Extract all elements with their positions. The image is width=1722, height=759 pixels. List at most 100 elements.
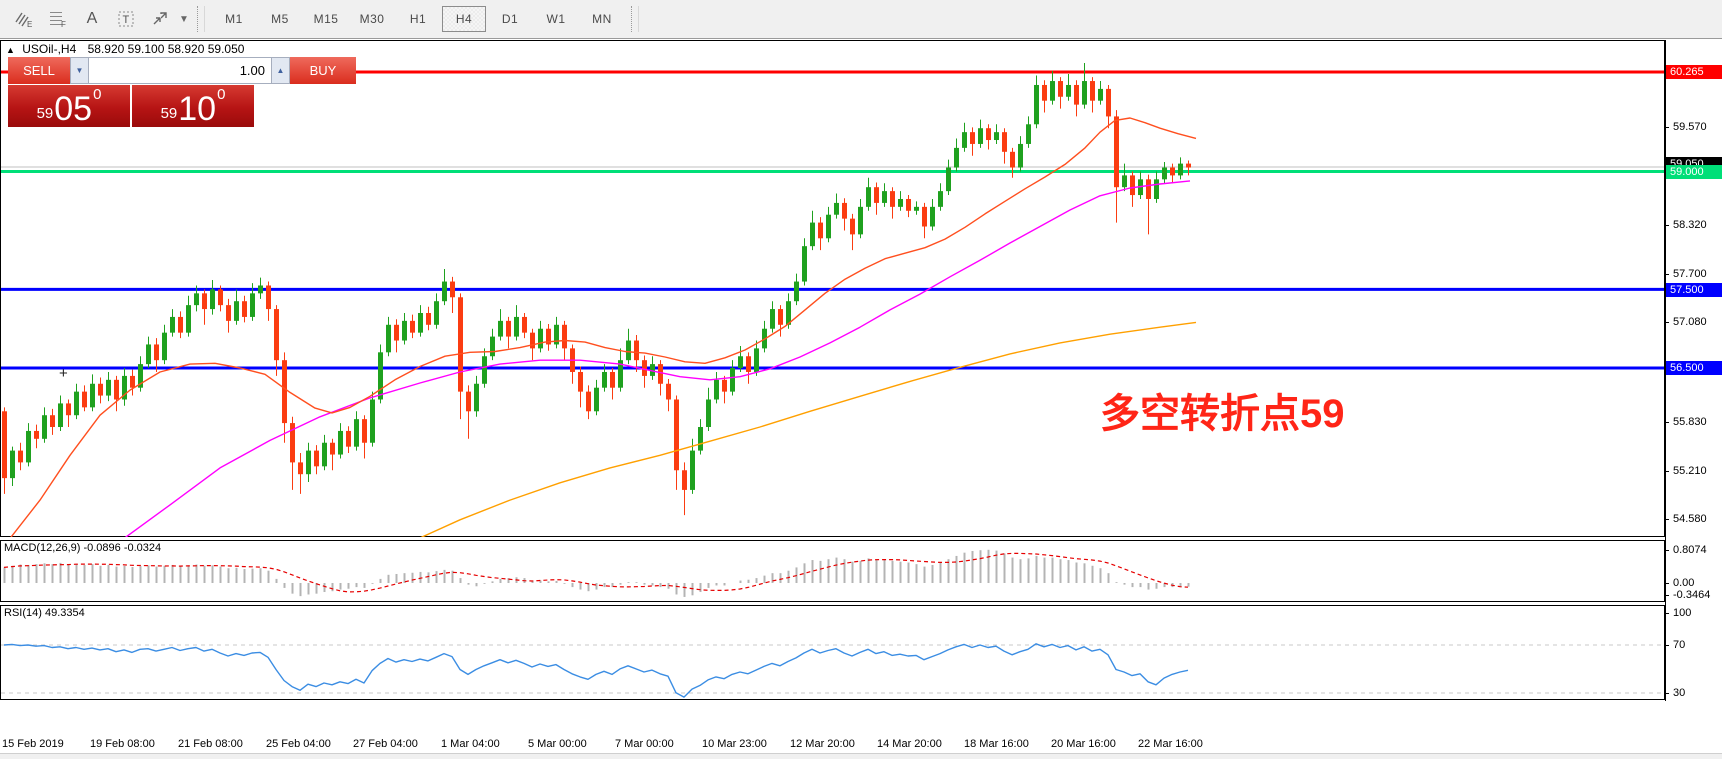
candle-body [1178, 164, 1183, 176]
price-tick-label: 57.700 [1673, 268, 1707, 280]
cursor-mode-icon[interactable] [144, 4, 176, 34]
candle-body [434, 301, 439, 325]
candle-body [1146, 179, 1151, 199]
candle-body [98, 384, 103, 396]
candle-body [458, 297, 463, 391]
candle-body [482, 356, 487, 384]
chart-annotation-text[interactable]: 多空转折点59 [1100, 394, 1345, 434]
candle-body [498, 321, 503, 337]
collapse-triangle-icon[interactable]: ▲ [6, 45, 15, 55]
candle-body [490, 337, 495, 357]
candle-body [410, 321, 415, 333]
timeframe-button-h4[interactable]: H4 [442, 6, 486, 32]
bottom-edge-strip [0, 753, 1722, 759]
candle-body [1002, 132, 1007, 152]
axis-tick [1665, 595, 1669, 596]
candle-body [946, 168, 951, 192]
price-tick-label: 55.830 [1673, 416, 1707, 428]
candle-body [538, 329, 543, 349]
candle-body [994, 132, 999, 140]
candle-body [754, 348, 759, 372]
axis-tick [1665, 225, 1669, 226]
time-tick-label: 12 Mar 20:00 [790, 738, 855, 750]
buy-price-panel[interactable]: 59 10 0 [132, 85, 254, 127]
candle-body [610, 372, 615, 388]
candle-body [522, 317, 527, 333]
time-tick-label: 7 Mar 00:00 [615, 738, 674, 750]
candle-body [1010, 152, 1015, 168]
candle-body [426, 313, 431, 325]
candle-body [18, 451, 23, 463]
candle-body [1058, 81, 1063, 97]
candle-body [338, 431, 343, 455]
candle-body [818, 223, 823, 239]
svg-text:E: E [27, 20, 32, 28]
candle-body [42, 415, 47, 439]
time-tick-label: 1 Mar 04:00 [441, 738, 500, 750]
candle-body [874, 187, 879, 203]
candle-body [258, 285, 263, 293]
axis-tick [1665, 127, 1669, 128]
candle-body [698, 427, 703, 451]
candle-body [74, 392, 79, 416]
candle-body [202, 293, 207, 309]
timeframe-button-w1[interactable]: W1 [534, 6, 578, 32]
svg-text:T: T [123, 14, 130, 26]
candle-body [602, 372, 607, 388]
candle-body [714, 380, 719, 400]
candle-body [386, 325, 391, 353]
candle-body [1082, 81, 1087, 105]
timeframe-button-m5[interactable]: M5 [258, 6, 302, 32]
sell-button[interactable]: SELL [8, 57, 70, 84]
candle-body [514, 317, 519, 337]
sell-price-point: 0 [93, 87, 101, 102]
time-tick-label: 15 Feb 2019 [2, 738, 64, 750]
candle-body [794, 282, 799, 302]
candle-body [882, 191, 887, 203]
rsi-indicator-pane[interactable] [0, 605, 1665, 700]
candle-body [82, 392, 87, 408]
timeframe-button-h1[interactable]: H1 [396, 6, 440, 32]
grid-icon[interactable]: F [42, 4, 74, 34]
candle-body [210, 289, 215, 309]
candle-body [530, 333, 535, 349]
price-tick-label: 0.8074 [1673, 544, 1707, 556]
candle-body [418, 313, 423, 333]
timeframe-button-d1[interactable]: D1 [488, 6, 532, 32]
candle-body [866, 187, 871, 207]
price-badge: 60.265 [1666, 65, 1722, 79]
candle-body [26, 431, 31, 462]
candle-body [642, 360, 647, 376]
timeframe-button-mn[interactable]: MN [580, 6, 624, 32]
candle-body [50, 415, 55, 427]
candle-body [778, 309, 783, 325]
candle-body [282, 360, 287, 423]
timeframe-button-m15[interactable]: M15 [304, 6, 348, 32]
candle-body [770, 309, 775, 329]
candle-body [450, 282, 455, 298]
candle-body [658, 364, 663, 384]
candle-body [634, 341, 639, 361]
time-tick-label: 5 Mar 00:00 [528, 738, 587, 750]
candle-body [186, 305, 191, 333]
dropdown-caret-icon[interactable]: ▼ [177, 5, 191, 33]
macd-indicator-pane[interactable] [0, 540, 1665, 602]
candle-body [922, 207, 927, 227]
timeframe-button-m1[interactable]: M1 [212, 6, 256, 32]
text-box-icon[interactable]: T [110, 4, 142, 34]
volume-decrease-button[interactable]: ▼ [70, 57, 89, 84]
buy-price-point: 0 [217, 87, 225, 102]
buy-button[interactable]: BUY [290, 57, 356, 84]
volume-increase-button[interactable]: ▲ [271, 57, 290, 84]
indicators-icon[interactable]: E [8, 4, 40, 34]
candle-body [466, 392, 471, 412]
text-label-icon[interactable]: A [76, 4, 108, 34]
candle-body [858, 207, 863, 235]
candle-body [362, 419, 367, 443]
candle-body [394, 325, 399, 341]
sell-price-panel[interactable]: 59 05 0 [8, 85, 130, 127]
candle-body [842, 203, 847, 219]
candle-body [146, 344, 151, 364]
volume-input[interactable] [89, 57, 271, 84]
timeframe-button-m30[interactable]: M30 [350, 6, 394, 32]
